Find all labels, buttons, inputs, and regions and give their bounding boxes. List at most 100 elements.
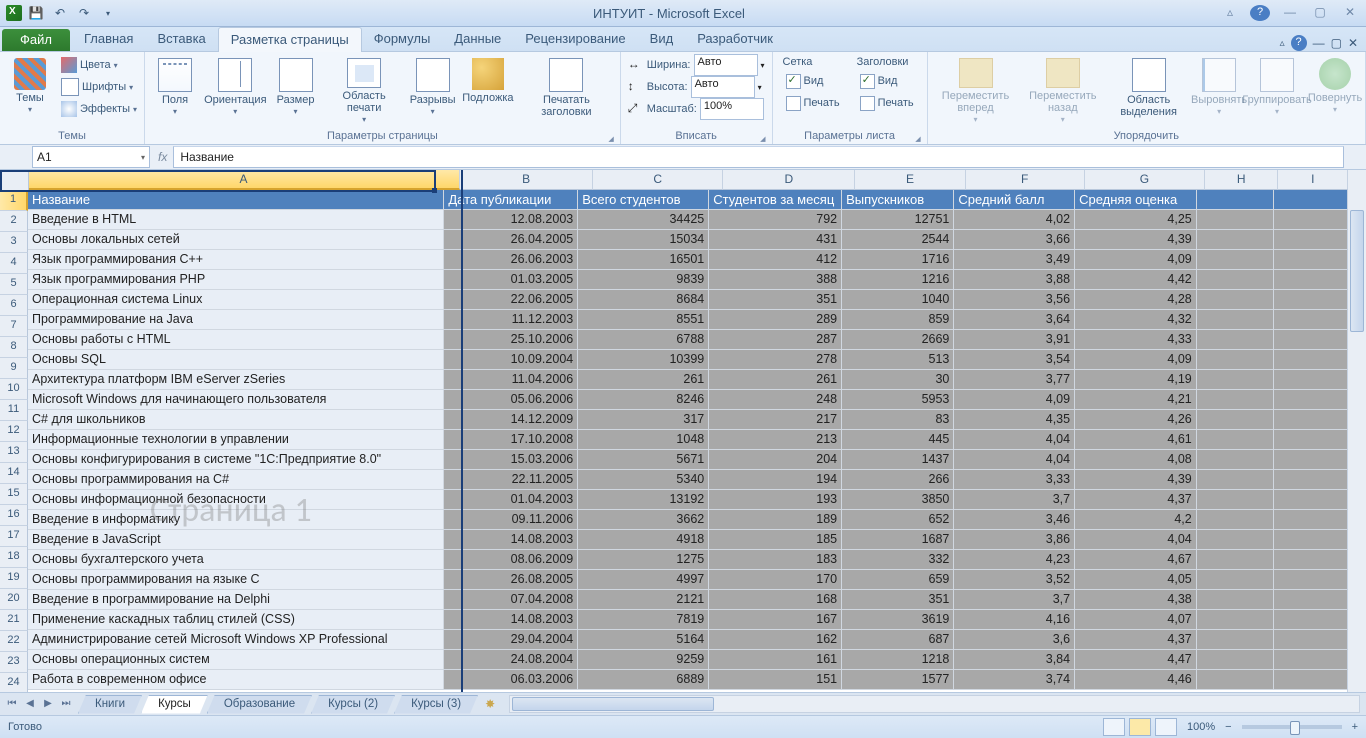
row-header[interactable]: 20 <box>0 589 28 610</box>
cell[interactable]: Применение каскадных таблиц стилей (CSS) <box>28 610 444 630</box>
cell[interactable]: 3,84 <box>954 650 1075 670</box>
cell[interactable]: 1577 <box>842 670 954 690</box>
cell[interactable]: 4,33 <box>1075 330 1197 350</box>
fx-icon[interactable]: fx <box>158 150 167 164</box>
cell[interactable]: 3,7 <box>954 490 1075 510</box>
cell[interactable]: 261 <box>578 370 709 390</box>
row-header[interactable]: 1 <box>0 190 28 211</box>
cell[interactable]: Администрирование сетей Microsoft Window… <box>28 630 444 650</box>
cell[interactable]: Основы локальных сетей <box>28 230 444 250</box>
close-icon[interactable]: ✕ <box>1340 5 1360 21</box>
cell[interactable]: 17.10.2008 <box>444 430 578 450</box>
cell[interactable]: 1216 <box>842 270 954 290</box>
cell[interactable]: 22.06.2005 <box>444 290 578 310</box>
cell[interactable] <box>1274 270 1348 290</box>
cell[interactable]: 4,04 <box>954 450 1075 470</box>
row-header[interactable]: 13 <box>0 442 28 463</box>
cell[interactable] <box>1274 190 1348 210</box>
cell[interactable]: 4,04 <box>954 430 1075 450</box>
cell[interactable]: 3662 <box>578 510 709 530</box>
cell[interactable] <box>1274 530 1348 550</box>
column-header[interactable]: I <box>1278 170 1348 190</box>
cell[interactable]: 412 <box>709 250 842 270</box>
cell[interactable]: 14.08.2003 <box>444 610 578 630</box>
cell[interactable]: 16501 <box>578 250 709 270</box>
cell[interactable] <box>1274 490 1348 510</box>
cell[interactable]: 8684 <box>578 290 709 310</box>
cell[interactable]: Название <box>28 190 444 210</box>
sheet-tab[interactable]: Книги <box>78 695 142 714</box>
cell[interactable]: 351 <box>709 290 842 310</box>
cell[interactable]: 4,67 <box>1075 550 1197 570</box>
row-header[interactable]: 11 <box>0 400 28 421</box>
save-icon[interactable]: 💾 <box>26 3 46 23</box>
cell[interactable]: Язык программирования PHP <box>28 270 444 290</box>
cell[interactable] <box>1197 670 1275 690</box>
cell[interactable]: 6788 <box>578 330 709 350</box>
cell[interactable]: 01.03.2005 <box>444 270 578 290</box>
cell[interactable]: 2121 <box>578 590 709 610</box>
window-minimize2-icon[interactable]: — <box>1313 36 1325 50</box>
cell[interactable]: 24.08.2004 <box>444 650 578 670</box>
cell[interactable]: 4,07 <box>1075 610 1197 630</box>
cell[interactable]: 3,54 <box>954 350 1075 370</box>
cell[interactable]: Основы операционных систем <box>28 650 444 670</box>
headings-print-checkbox[interactable]: Печать <box>857 92 917 114</box>
cell[interactable]: 30 <box>842 370 954 390</box>
normal-view-button[interactable] <box>1103 718 1125 736</box>
cell[interactable] <box>1274 250 1348 270</box>
cell[interactable]: Студентов за месяц <box>709 190 842 210</box>
row-header[interactable]: 5 <box>0 274 28 295</box>
cell[interactable]: 07.04.2008 <box>444 590 578 610</box>
cell[interactable]: Архитектура платформ IBM eServer zSeries <box>28 370 444 390</box>
group-button[interactable]: Группировать▾ <box>1247 54 1307 126</box>
cell[interactable]: 1687 <box>842 530 954 550</box>
rotate-button[interactable]: Повернуть▾ <box>1309 54 1361 126</box>
print-titles-button[interactable]: Печатать заголовки <box>517 54 616 126</box>
row-header[interactable]: 3 <box>0 232 28 253</box>
cell[interactable] <box>1197 470 1275 490</box>
cell[interactable] <box>1197 390 1275 410</box>
cell[interactable]: 652 <box>842 510 954 530</box>
cell[interactable] <box>1274 370 1348 390</box>
size-button[interactable]: Размер▾ <box>270 54 322 126</box>
cell[interactable] <box>1274 630 1348 650</box>
column-header[interactable]: D <box>723 170 855 190</box>
cell[interactable]: 3,46 <box>954 510 1075 530</box>
sheet-tab[interactable]: Курсы (2) <box>311 695 395 714</box>
row-header[interactable]: 18 <box>0 547 28 568</box>
cell[interactable]: Средняя оценка <box>1075 190 1197 210</box>
cell[interactable]: 351 <box>842 590 954 610</box>
cell[interactable]: 445 <box>842 430 954 450</box>
cell[interactable]: 5164 <box>578 630 709 650</box>
cell[interactable]: 161 <box>709 650 842 670</box>
cell[interactable]: 3,6 <box>954 630 1075 650</box>
cell[interactable]: 170 <box>709 570 842 590</box>
cell[interactable]: 278 <box>709 350 842 370</box>
cell[interactable]: 5340 <box>578 470 709 490</box>
cell[interactable]: 4997 <box>578 570 709 590</box>
new-sheet-button[interactable]: ✸ <box>477 697 503 711</box>
sheet-tab[interactable]: Курсы (3) <box>394 695 478 714</box>
cell[interactable]: 08.06.2009 <box>444 550 578 570</box>
bring-forward-button[interactable]: Переместить вперед▾ <box>932 54 1020 126</box>
cell[interactable]: Microsoft Windows для начинающего пользо… <box>28 390 444 410</box>
row-header[interactable]: 8 <box>0 337 28 358</box>
minimize-ribbon-icon[interactable]: ▵ <box>1220 5 1240 21</box>
hscroll-thumb[interactable] <box>512 697 714 711</box>
height-control[interactable]: ↕Высота:Авто▾ <box>625 76 768 98</box>
tab-вставка[interactable]: Вставка <box>145 27 217 51</box>
cell[interactable] <box>1197 650 1275 670</box>
cell[interactable] <box>1274 450 1348 470</box>
cell[interactable] <box>1197 270 1275 290</box>
cell[interactable]: 5671 <box>578 450 709 470</box>
cell[interactable] <box>1197 590 1275 610</box>
cell[interactable]: 83 <box>842 410 954 430</box>
cell[interactable]: 26.08.2005 <box>444 570 578 590</box>
cell[interactable]: 3,56 <box>954 290 1075 310</box>
cell[interactable]: 15034 <box>578 230 709 250</box>
cell[interactable]: 4,32 <box>1075 310 1197 330</box>
cell[interactable]: 4,21 <box>1075 390 1197 410</box>
cell[interactable]: 4,25 <box>1075 210 1197 230</box>
cell[interactable] <box>1197 510 1275 530</box>
